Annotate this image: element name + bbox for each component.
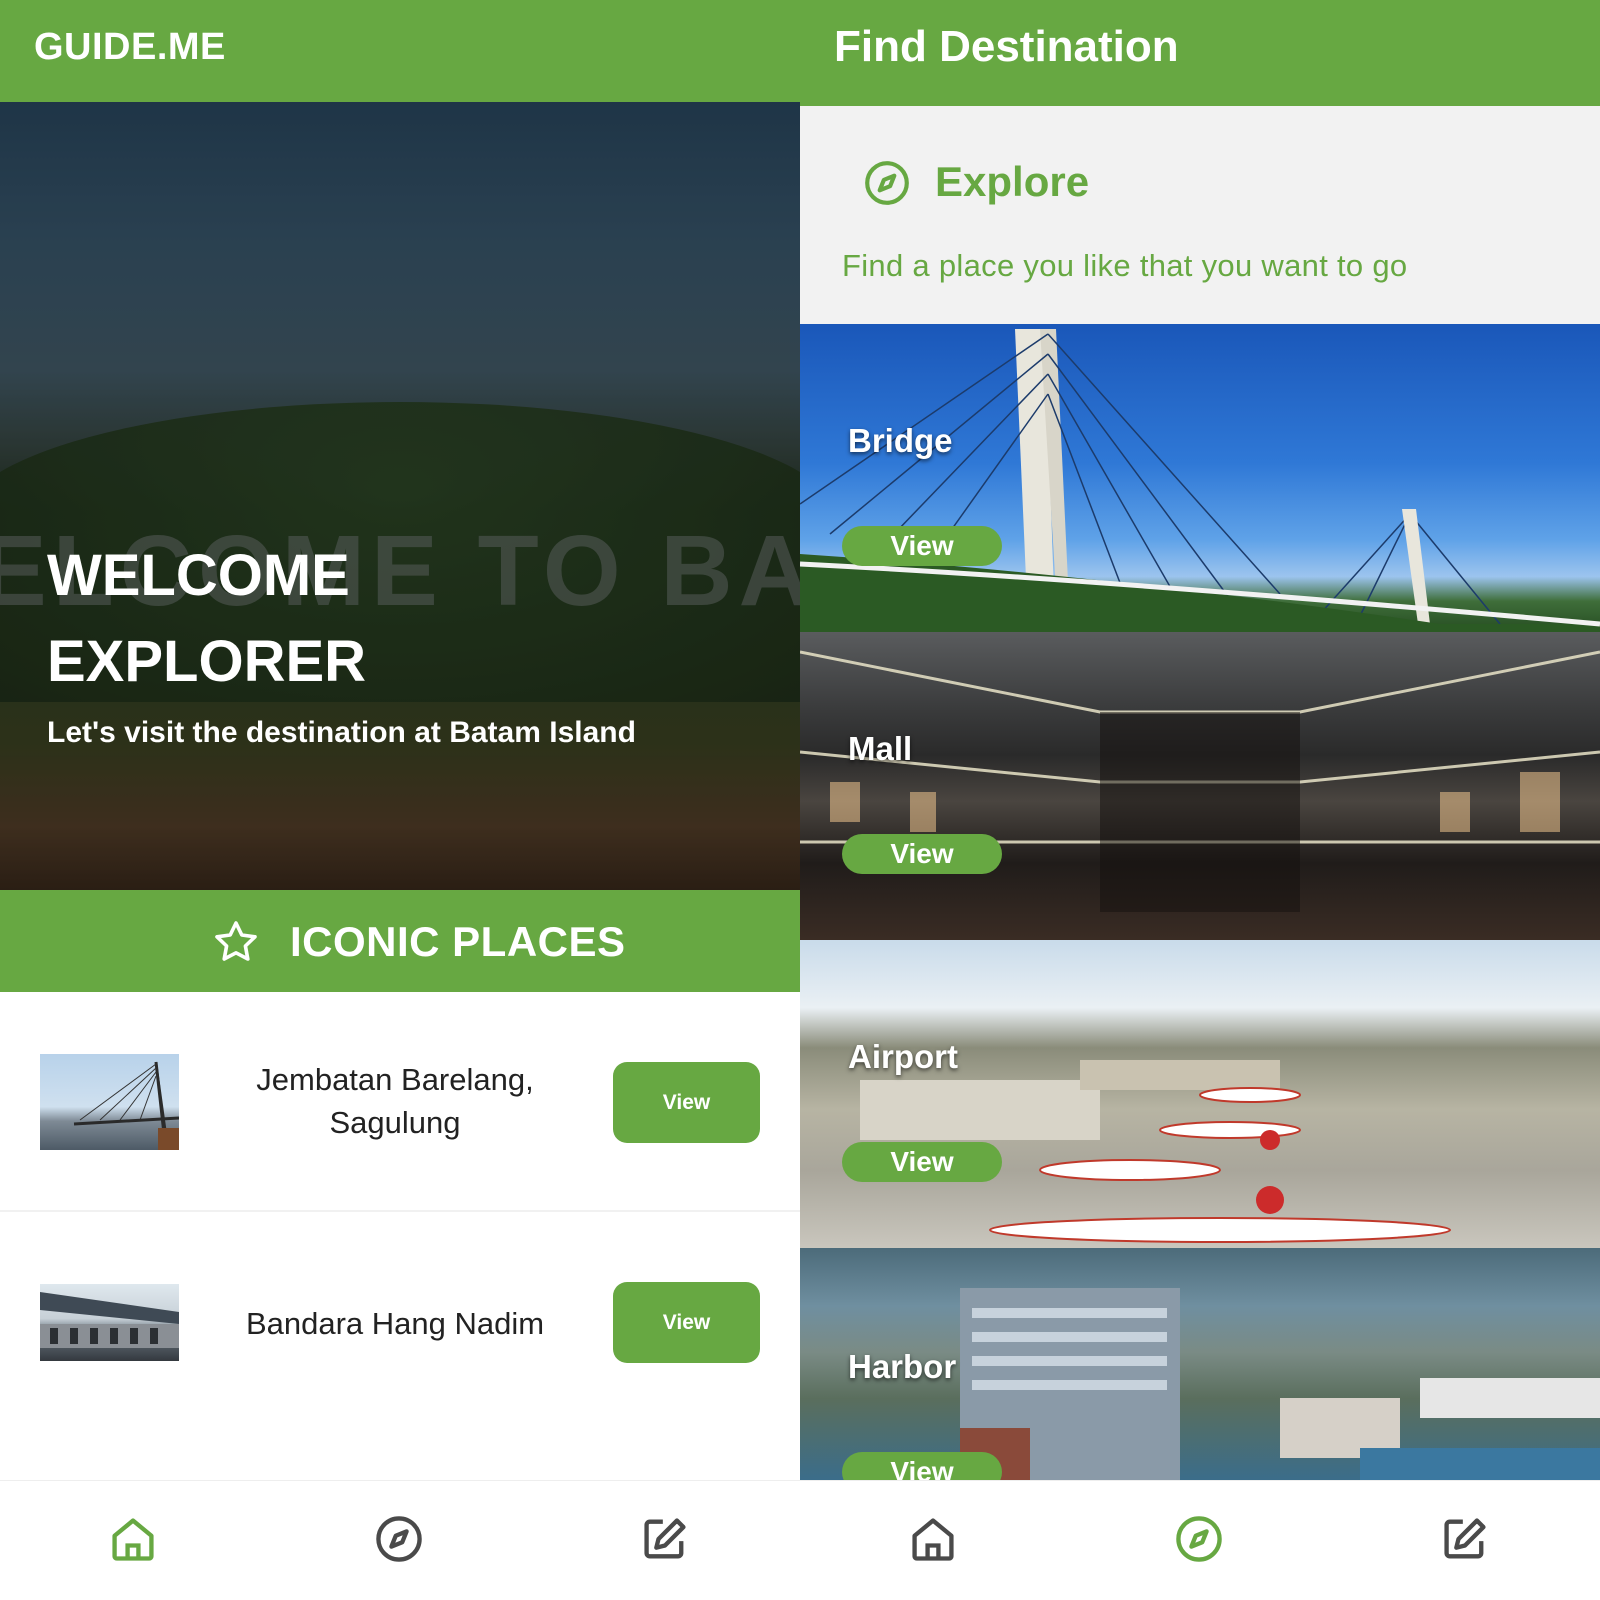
explore-subtitle: Find a place you like that you want to g… <box>842 248 1408 283</box>
category-name: Bridge <box>848 422 953 459</box>
home-icon <box>912 1518 954 1561</box>
view-button[interactable]: View <box>842 834 1002 874</box>
compass-icon <box>376 1516 422 1562</box>
app-title: GUIDE.ME <box>34 26 226 68</box>
app-bar: GUIDE.ME <box>0 0 800 102</box>
star-icon <box>215 921 257 961</box>
category-card-airport[interactable]: Airport View <box>800 940 1600 1248</box>
view-button[interactable]: View <box>842 526 1002 566</box>
place-name: Jembatan Barelang, Sagulung <box>256 1062 534 1140</box>
app-bar: Find Destination <box>800 0 1600 106</box>
nav-edit[interactable] <box>635 1509 695 1569</box>
category-name: Harbor <box>848 1348 957 1385</box>
view-button[interactable]: View <box>613 1062 760 1143</box>
view-button[interactable]: View <box>613 1282 760 1363</box>
section-title: ICONIC PLACES <box>290 918 626 965</box>
explore-title: Explore <box>935 158 1090 205</box>
nav-explore[interactable] <box>1169 1509 1229 1569</box>
home-screen: GUIDE.ME ELCOME TO BATA WELCOME EXPLORER… <box>0 0 800 1600</box>
nav-explore[interactable] <box>369 1509 429 1569</box>
bottom-nav <box>0 1480 800 1600</box>
find-destination-screen: Find Destination Explore Find a place yo… <box>800 0 1600 1600</box>
hero-overlay <box>0 102 800 890</box>
category-name: Mall <box>848 730 913 767</box>
view-button[interactable]: View <box>842 1142 1002 1182</box>
list-item: Bandara Hang Nadim View <box>0 1212 800 1476</box>
nav-home[interactable] <box>903 1509 963 1569</box>
explore-header: Explore Find a place you like that you w… <box>800 106 1600 324</box>
view-button[interactable]: View <box>842 1452 1002 1480</box>
airport-image <box>860 1060 1451 1243</box>
place-thumbnail-bridge <box>40 1054 179 1150</box>
place-thumbnail-airport <box>40 1284 179 1361</box>
nav-edit[interactable] <box>1435 1509 1495 1569</box>
compass-icon <box>1176 1516 1222 1562</box>
bridge-image <box>800 329 1600 632</box>
iconic-places-banner: ICONIC PLACES <box>0 890 800 992</box>
hero-title-line1: WELCOME <box>47 543 350 608</box>
list-item: Jembatan Barelang, Sagulung View <box>0 992 800 1212</box>
nav-home[interactable] <box>103 1509 163 1569</box>
place-name: Bandara Hang Nadim <box>245 1306 545 1341</box>
edit-icon <box>644 1518 686 1559</box>
hero-title-line2: EXPLORER <box>47 629 367 694</box>
home-icon <box>112 1518 154 1561</box>
screen-title: Find Destination <box>834 22 1179 71</box>
hero-banner: ELCOME TO BATA WELCOME EXPLORER Let's vi… <box>0 102 800 890</box>
category-name: Airport <box>848 1038 958 1075</box>
bottom-nav <box>800 1480 1600 1600</box>
edit-icon <box>1444 1518 1486 1559</box>
category-card-mall[interactable]: Mall View <box>800 632 1600 940</box>
category-card-bridge[interactable]: Bridge View <box>800 324 1600 632</box>
category-card-harbor[interactable]: Harbor View <box>800 1248 1600 1480</box>
mall-image <box>800 650 1600 912</box>
compass-icon <box>865 161 909 205</box>
hero-subtitle: Let's visit the destination at Batam Isl… <box>47 716 636 749</box>
